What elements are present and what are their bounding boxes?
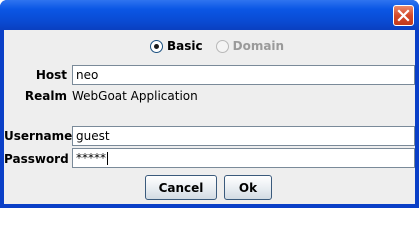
login-dialog: Basic Domain Host Realm WebGoat Applicat… <box>0 0 419 208</box>
auth-type-group: Basic Domain <box>150 39 284 53</box>
password-field[interactable]: ***** <box>72 148 415 168</box>
password-label: Password <box>4 152 69 166</box>
basic-radio[interactable] <box>150 39 163 53</box>
username-field[interactable] <box>72 126 415 146</box>
ok-button[interactable]: Ok <box>224 175 272 200</box>
text-caret <box>107 152 108 165</box>
cancel-button[interactable]: Cancel <box>145 175 217 200</box>
host-label: Host <box>35 68 67 82</box>
domain-radio-label[interactable]: Domain <box>233 39 284 53</box>
close-icon <box>397 9 410 22</box>
username-label: Username <box>4 129 73 143</box>
realm-label: Realm <box>24 89 67 103</box>
password-mask: ***** <box>76 151 106 165</box>
title-bar <box>0 0 419 30</box>
basic-radio-label[interactable]: Basic <box>167 39 203 53</box>
host-field[interactable] <box>72 65 415 85</box>
close-button[interactable] <box>393 5 414 26</box>
domain-radio[interactable] <box>215 39 229 53</box>
dialog-content: Basic Domain Host Realm WebGoat Applicat… <box>4 30 415 204</box>
realm-value: WebGoat Application <box>72 89 198 103</box>
